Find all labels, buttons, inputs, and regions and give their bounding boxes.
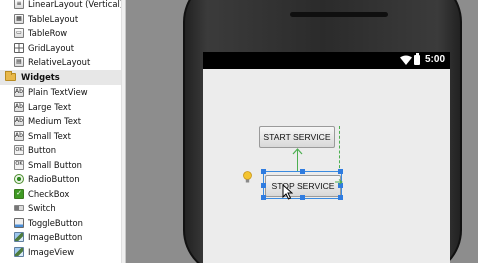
palette-item-large-text[interactable]: Ab Large Text	[0, 100, 125, 115]
folder-icon	[5, 71, 16, 82]
mouse-cursor-icon	[282, 184, 293, 200]
palette-item-label: Plain TextView	[28, 87, 88, 98]
device-speaker	[290, 12, 388, 17]
resize-handle[interactable]	[300, 169, 305, 174]
palette-item-label: TableLayout	[28, 13, 79, 24]
palette-item-label: RelativeLayout	[28, 57, 91, 68]
palette-item-label: Switch	[28, 203, 56, 214]
palette-category-widgets[interactable]: Widgets	[0, 70, 125, 85]
button-icon: OK	[14, 145, 24, 156]
alignment-guide	[339, 126, 340, 173]
palette-item-small-text[interactable]: Ab Small Text	[0, 129, 125, 144]
palette-scrollbar[interactable]	[121, 0, 125, 263]
toggle-icon	[14, 217, 24, 228]
palette-item-label: ImageView	[28, 246, 75, 257]
palette-item-relative-layout[interactable]: ▤ RelativeLayout	[0, 55, 125, 70]
table-layout-icon: ▦	[14, 13, 24, 24]
resize-handle[interactable]	[338, 195, 343, 200]
switch-icon	[14, 205, 24, 212]
widget-palette: ≡ LinearLayout (Vertical) ▦ TableLayout …	[0, 0, 126, 263]
status-clock: 5:00	[425, 54, 446, 65]
palette-item-table-row[interactable]: ▭ TableRow	[0, 26, 125, 41]
palette-item-linear-layout[interactable]: ≡ LinearLayout (Vertical)	[0, 0, 125, 12]
palette-item-label: Small Button	[28, 159, 82, 170]
palette-category-label: Widgets	[21, 72, 60, 83]
palette-item-image-button[interactable]: ImageButton	[0, 230, 125, 245]
palette-item-label: Medium Text	[28, 116, 82, 127]
small-text-icon: Ab	[14, 130, 24, 141]
palette-item-checkbox[interactable]: ✓ CheckBox	[0, 187, 125, 202]
palette-item-plain-textview[interactable]: Ab Plain TextView	[0, 85, 125, 100]
palette-item-label: LinearLayout (Vertical)	[28, 0, 124, 10]
textview-icon: Ab	[14, 87, 24, 98]
status-bar: 5:00	[203, 52, 450, 69]
palette-item-label: ToggleButton	[28, 217, 83, 228]
palette-item-label: CheckBox	[28, 188, 70, 199]
resize-handle[interactable]	[261, 183, 266, 188]
button-label: START SERVICE	[263, 132, 331, 142]
wifi-icon	[400, 55, 412, 65]
image-button-icon	[14, 232, 24, 243]
selection-outline	[261, 169, 343, 200]
grid-layout-icon	[14, 42, 24, 53]
resize-handle[interactable]	[261, 169, 266, 174]
palette-item-label: Large Text	[28, 101, 72, 112]
palette-item-label: GridLayout	[28, 42, 75, 53]
medium-text-icon: Ab	[14, 116, 24, 127]
palette-item-radio-button[interactable]: RadioButton	[0, 172, 125, 187]
palette-item-medium-text[interactable]: Ab Medium Text	[0, 114, 125, 129]
palette-item-table-layout[interactable]: ▦ TableLayout	[0, 12, 125, 27]
constraint-arrow-icon	[292, 148, 303, 155]
palette-item-image-view[interactable]: ImageView	[0, 245, 125, 260]
palette-item-switch[interactable]: Switch	[0, 201, 125, 216]
palette-item-label: Button	[28, 145, 57, 156]
linear-layout-icon: ≡	[14, 0, 24, 10]
radio-icon	[14, 174, 24, 185]
palette-item-label: ImageButton	[28, 232, 83, 243]
small-button-icon: OK	[14, 159, 24, 170]
lightbulb-icon[interactable]	[243, 171, 252, 184]
palette-item-grid-layout[interactable]: GridLayout	[0, 41, 125, 56]
battery-icon	[414, 53, 420, 65]
palette-item-label: RadioButton	[28, 174, 80, 185]
table-row-icon: ▭	[14, 28, 24, 39]
checkbox-icon: ✓	[14, 188, 24, 199]
device-screen[interactable]: 5:00 START SERVICE STOP SERVICE	[203, 52, 450, 263]
resize-handle[interactable]	[338, 169, 343, 174]
palette-item-label: Small Text	[28, 130, 71, 141]
palette-item-label: TableRow	[28, 28, 68, 39]
large-text-icon: Ab	[14, 101, 24, 112]
image-view-icon	[14, 246, 24, 257]
palette-item-small-button[interactable]: OK Small Button	[0, 158, 125, 173]
relative-layout-icon: ▤	[14, 57, 24, 68]
resize-handle[interactable]	[261, 195, 266, 200]
palette-item-toggle-button[interactable]: ToggleButton	[0, 216, 125, 231]
anchor-arrow-icon	[335, 179, 343, 185]
resize-handle[interactable]	[300, 195, 305, 200]
palette-item-button[interactable]: OK Button	[0, 143, 125, 158]
start-service-button[interactable]: START SERVICE	[259, 126, 335, 148]
